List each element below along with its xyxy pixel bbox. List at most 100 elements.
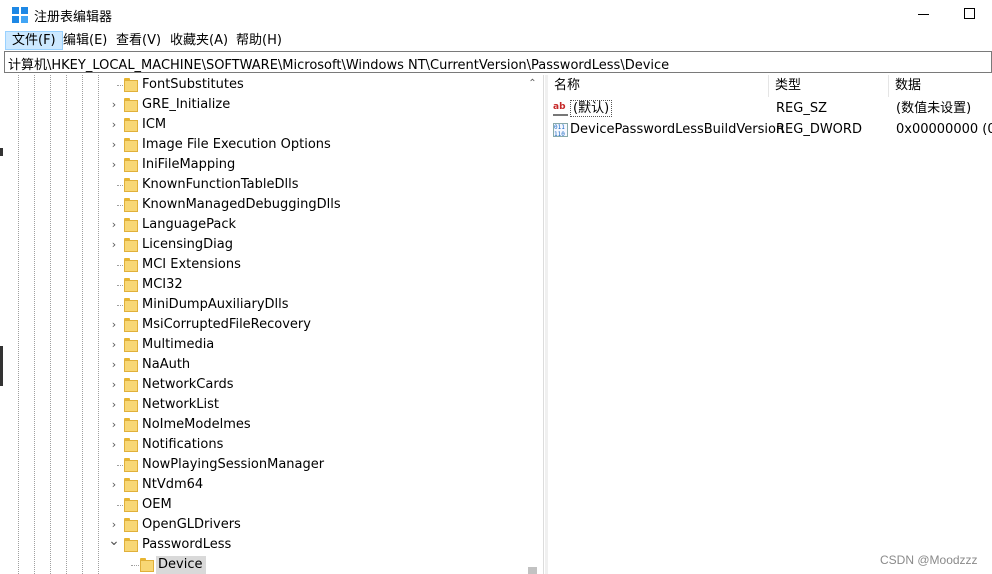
expand-chevron-icon[interactable]: › xyxy=(108,479,120,491)
tree-item[interactable]: › Multimedia xyxy=(4,335,524,355)
tree-item[interactable]: › NoImeModelmes xyxy=(4,415,524,435)
tree-item-label: Device xyxy=(156,556,207,574)
folder-icon xyxy=(124,198,138,212)
folder-icon xyxy=(124,518,138,532)
window-title: 注册表编辑器 xyxy=(34,10,113,25)
watermark: CSDN @Moodzzz xyxy=(880,553,978,567)
tree-item[interactable]: KnownManagedDebuggingDlls xyxy=(4,195,524,215)
menu-edit[interactable]: 编辑(E) xyxy=(57,31,113,50)
expand-chevron-icon[interactable]: › xyxy=(108,159,120,171)
tree-item[interactable]: › LanguagePack xyxy=(4,215,524,235)
menu-view[interactable]: 查看(V) xyxy=(110,31,167,50)
tree-item[interactable]: › ICM xyxy=(4,115,524,135)
tree-item-label: OpenGLDrivers xyxy=(142,517,241,532)
tree-item[interactable]: KnownFunctionTableDlls xyxy=(4,175,524,195)
tree-item[interactable]: MiniDumpAuxiliaryDlls xyxy=(4,295,524,315)
tree-item[interactable]: › Notifications xyxy=(4,435,524,455)
value-row-default[interactable]: ab (默认) REG_SZ (数值未设置) xyxy=(548,99,992,119)
expand-chevron-icon[interactable]: › xyxy=(108,379,120,391)
folder-icon xyxy=(124,478,138,492)
menu-help[interactable]: 帮助(H) xyxy=(230,31,288,50)
folder-icon xyxy=(124,398,138,412)
edge-artifact xyxy=(0,346,3,386)
tree-scrollbar[interactable]: ⌃ xyxy=(524,75,541,574)
folder-icon xyxy=(124,438,138,452)
folder-icon xyxy=(124,418,138,432)
tree-item[interactable]: › NaAuth xyxy=(4,355,524,375)
tree-item-label: KnownManagedDebuggingDlls xyxy=(142,197,341,212)
tree-item[interactable]: › NtVdm64 xyxy=(4,475,524,495)
folder-icon xyxy=(124,498,138,512)
folder-icon xyxy=(124,78,138,92)
value-data: 0x00000000 (0) xyxy=(896,122,992,137)
value-type: REG_SZ xyxy=(776,101,827,116)
expand-chevron-icon[interactable]: › xyxy=(108,219,120,231)
expand-chevron-icon[interactable]: › xyxy=(108,519,120,531)
address-path[interactable]: 计算机\HKEY_LOCAL_MACHINE\SOFTWARE\Microsof… xyxy=(8,54,669,73)
tree-item[interactable]: › IniFileMapping xyxy=(4,155,524,175)
folder-icon xyxy=(124,378,138,392)
value-name: (默认) xyxy=(570,99,613,119)
tree-item-label: PasswordLess xyxy=(142,537,232,552)
tree-item[interactable]: ⌄ PasswordLess xyxy=(4,534,524,555)
scroll-up-icon[interactable]: ⌃ xyxy=(524,77,541,91)
tree-item[interactable]: › GRE_Initialize xyxy=(4,95,524,115)
tree-item[interactable]: › LicensingDiag xyxy=(4,235,524,255)
tree-item[interactable]: › OpenGLDrivers xyxy=(4,515,524,535)
tree-connector xyxy=(131,565,139,566)
expand-chevron-icon[interactable]: › xyxy=(108,339,120,351)
tree-item[interactable]: Device xyxy=(4,555,524,574)
binary-value-icon: 011 110 xyxy=(553,123,568,138)
tree-item[interactable]: › MsiCorruptedFileRecovery xyxy=(4,315,524,335)
tree-item-label: MCI32 xyxy=(142,277,183,292)
expand-chevron-icon[interactable]: › xyxy=(108,439,120,451)
registry-tree[interactable]: FontSubstitutes › GRE_Initialize › ICM › Image… xyxy=(4,75,544,574)
expand-chevron-icon[interactable]: › xyxy=(108,419,120,431)
minimize-icon[interactable] xyxy=(918,14,929,15)
tree-item-label: ICM xyxy=(142,117,167,132)
tree-item-label: NetworkList xyxy=(142,397,220,412)
address-bar[interactable]: 计算机\HKEY_LOCAL_MACHINE\SOFTWARE\Microsof… xyxy=(4,51,992,73)
tree-item-label: OEM xyxy=(142,497,172,512)
tree-item-label: LanguagePack xyxy=(142,217,237,232)
menu-favorites[interactable]: 收藏夹(A) xyxy=(164,31,234,50)
tree-item-label: MCI Extensions xyxy=(142,257,241,272)
value-data: (数值未设置) xyxy=(896,101,972,116)
folder-icon xyxy=(124,98,138,112)
tree-item[interactable]: › Image File Execution Options xyxy=(4,135,524,155)
folder-icon xyxy=(124,258,138,272)
expand-chevron-icon[interactable]: › xyxy=(108,139,120,151)
folder-icon xyxy=(124,358,138,372)
expand-chevron-icon[interactable]: › xyxy=(108,119,120,131)
tree-item-label: Image File Execution Options xyxy=(142,137,331,152)
expand-chevron-icon[interactable]: › xyxy=(108,99,120,111)
string-value-icon: ab xyxy=(553,102,568,116)
value-row-build-version[interactable]: 011 110 DevicePasswordLessBuildVersion RE… xyxy=(548,120,992,140)
tree-item[interactable]: OEM xyxy=(4,495,524,515)
scroll-thumb[interactable] xyxy=(528,567,537,574)
menu-file[interactable]: 文件(F) xyxy=(5,31,63,50)
values-list[interactable]: 名称 类型 数据 ab (默认) REG_SZ (数值未设置) 011 110 D… xyxy=(548,75,992,574)
tree-item[interactable]: › NetworkCards xyxy=(4,375,524,395)
expand-chevron-icon[interactable]: › xyxy=(108,359,120,371)
maximize-icon[interactable] xyxy=(964,8,975,19)
tree-item-label: Notifications xyxy=(142,437,224,452)
tree-item[interactable]: MCI Extensions xyxy=(4,255,524,275)
column-header-data[interactable]: 数据 xyxy=(889,75,992,97)
expand-chevron-icon[interactable]: › xyxy=(108,319,120,331)
tree-item-label: NoImeModelmes xyxy=(142,417,251,432)
menu-bar: 文件(F) 编辑(E) 查看(V) 收藏夹(A) 帮助(H) xyxy=(0,29,992,50)
tree-item[interactable]: NowPlayingSessionManager xyxy=(4,455,524,475)
expand-chevron-icon[interactable]: › xyxy=(108,239,120,251)
tree-item[interactable]: FontSubstitutes xyxy=(4,75,524,95)
tree-item[interactable]: › NetworkList xyxy=(4,395,524,415)
column-header-type[interactable]: 类型 xyxy=(769,75,889,97)
tree-item[interactable]: MCI32 xyxy=(4,275,524,295)
tree-item-label: Multimedia xyxy=(142,337,215,352)
tree-item-label: KnownFunctionTableDlls xyxy=(142,177,299,192)
collapse-chevron-icon[interactable]: ⌄ xyxy=(108,534,120,548)
column-header-name[interactable]: 名称 xyxy=(548,75,769,97)
value-name: DevicePasswordLessBuildVersion xyxy=(570,122,785,137)
expand-chevron-icon[interactable]: › xyxy=(108,399,120,411)
folder-icon xyxy=(124,298,138,312)
